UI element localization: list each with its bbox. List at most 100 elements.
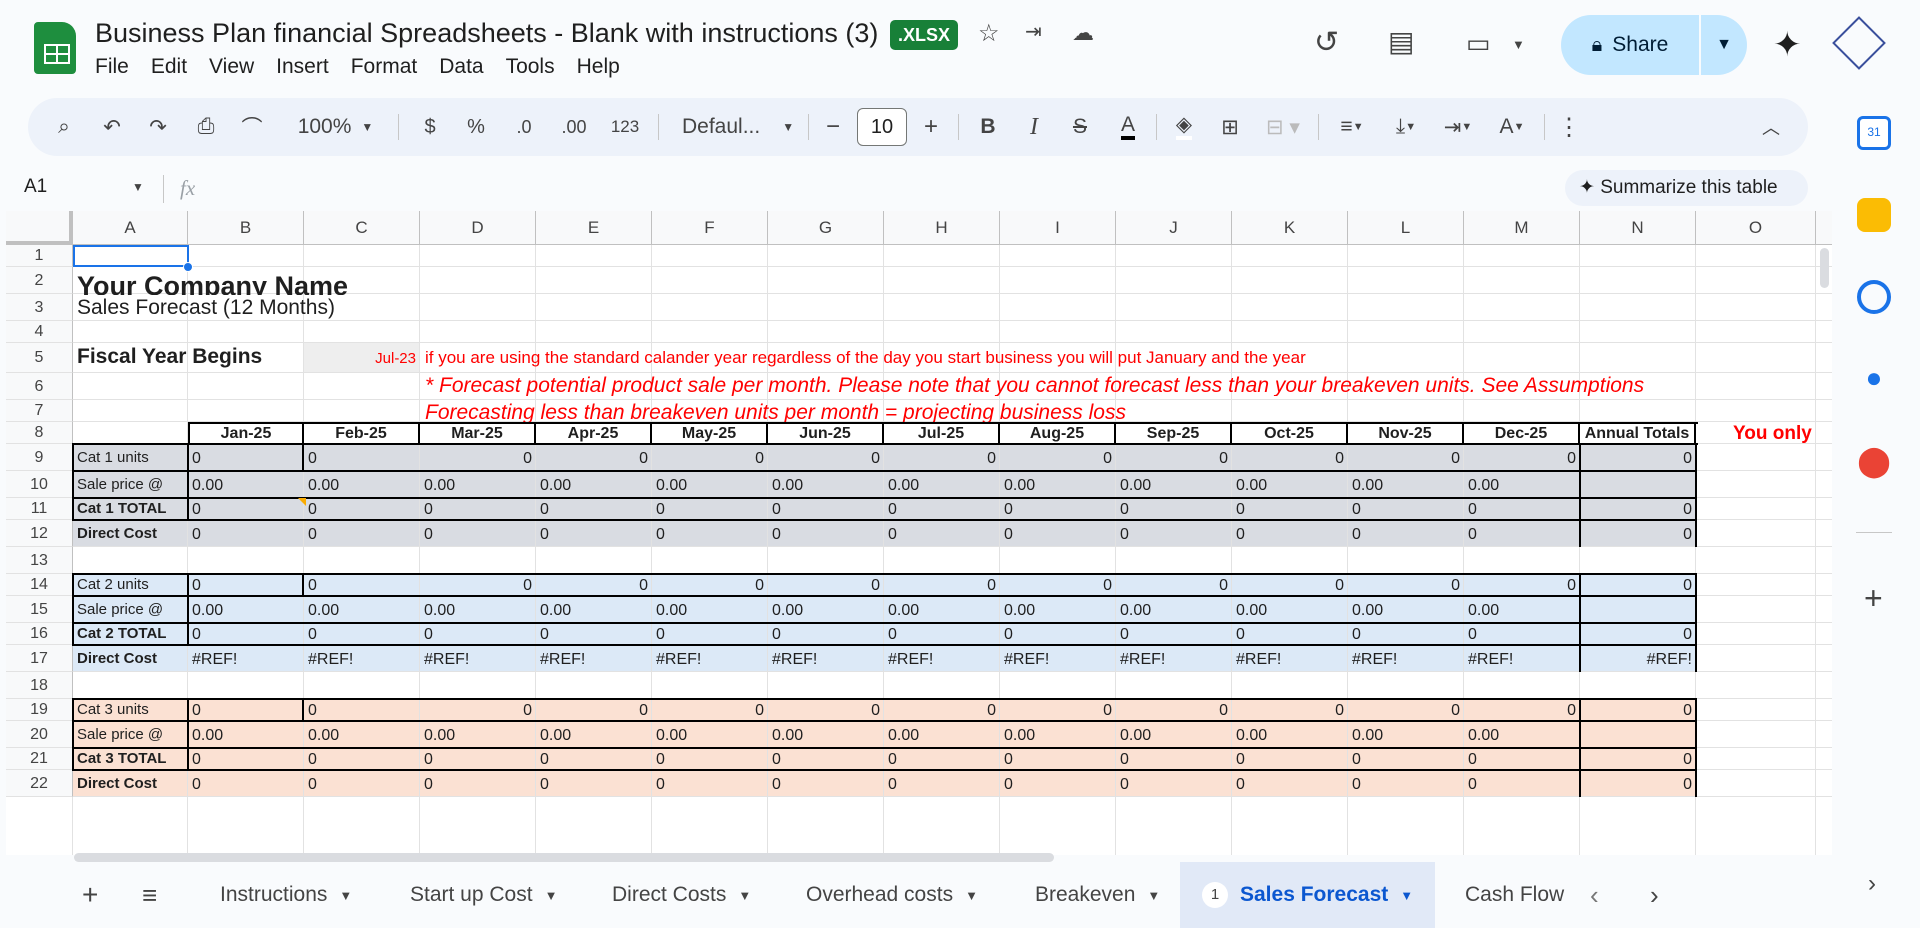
paint-format-icon[interactable]: ⌒ xyxy=(234,98,270,156)
decrease-decimal-button[interactable]: .0 xyxy=(504,98,544,156)
share-button[interactable]: 🔒︎ Share xyxy=(1561,15,1699,75)
direct-cost-cell[interactable]: #REF! xyxy=(1584,650,1692,670)
horizontal-align-icon[interactable]: ≡ ▼ xyxy=(1328,98,1376,156)
row-header[interactable]: 21 xyxy=(6,748,73,770)
row-header[interactable]: 6 xyxy=(6,373,73,400)
month-header[interactable]: Jan-25 xyxy=(188,422,304,445)
row-header[interactable]: 8 xyxy=(6,422,73,444)
row-header[interactable]: 22 xyxy=(6,770,73,797)
month-header[interactable]: May-25 xyxy=(652,422,768,445)
share-dropdown-button[interactable]: ▼ xyxy=(1699,15,1747,75)
column-header[interactable]: O xyxy=(1696,211,1816,245)
vertical-align-icon[interactable]: ⤓ ▼ xyxy=(1382,98,1430,156)
direct-cost-cell[interactable]: 0 xyxy=(1584,525,1692,545)
direct-cost-cell[interactable]: #REF! xyxy=(192,650,300,670)
row-header[interactable]: 1 xyxy=(6,245,73,267)
direct-cost-cell[interactable]: 0 xyxy=(192,775,300,795)
menu-edit[interactable]: Edit xyxy=(140,55,198,79)
decrease-font-size-button[interactable]: − xyxy=(816,98,850,156)
document-title[interactable]: Business Plan financial Spreadsheets - B… xyxy=(95,18,878,49)
menu-view[interactable]: View xyxy=(198,55,265,79)
you-only-note[interactable]: You only xyxy=(1733,424,1812,444)
direct-cost-cell[interactable]: 0 xyxy=(1004,775,1112,795)
comments-icon[interactable]: ▤ xyxy=(1388,28,1414,56)
font-family-select[interactable]: Defaul... ▼ xyxy=(672,98,802,156)
direct-cost-cell[interactable]: #REF! xyxy=(1120,650,1228,670)
direct-cost-cell[interactable]: #REF! xyxy=(424,650,532,670)
sheet-tab-cash-flow[interactable]: Cash Flow xyxy=(1465,862,1570,928)
column-header[interactable]: J xyxy=(1116,211,1232,245)
name-box[interactable]: A1 xyxy=(24,176,47,198)
row-header[interactable]: 15 xyxy=(6,596,73,623)
direct-cost-cell[interactable]: 0 xyxy=(308,775,416,795)
company-name[interactable]: Your Company Name xyxy=(77,271,348,295)
direct-cost-cell[interactable]: 0 xyxy=(1468,525,1576,545)
column-header[interactable]: I xyxy=(1000,211,1116,245)
row-header[interactable]: 2 xyxy=(6,267,73,294)
menu-tools[interactable]: Tools xyxy=(495,55,566,79)
month-header[interactable]: Sep-25 xyxy=(1116,422,1232,445)
menu-help[interactable]: Help xyxy=(566,55,631,79)
row-header[interactable]: 19 xyxy=(6,699,73,721)
currency-format-button[interactable]: $ xyxy=(412,98,448,156)
column-header[interactable]: M xyxy=(1464,211,1580,245)
month-header[interactable]: Feb-25 xyxy=(304,422,420,445)
sheet-tab-direct-costs[interactable]: Direct Costs ▼ xyxy=(612,862,751,928)
row-header[interactable]: 14 xyxy=(6,574,73,596)
summarize-table-button[interactable]: ✦ Summarize this table xyxy=(1565,170,1808,206)
select-all-corner[interactable] xyxy=(6,211,73,245)
version-history-icon[interactable]: ↺ xyxy=(1314,28,1339,58)
direct-cost-cell[interactable]: #REF! xyxy=(656,650,764,670)
column-header[interactable]: L xyxy=(1348,211,1464,245)
collapse-toolbar-icon[interactable]: ︿ xyxy=(1754,98,1788,156)
direct-cost-cell[interactable]: 0 xyxy=(656,775,764,795)
star-icon[interactable]: ☆ xyxy=(978,22,1000,46)
move-folder-icon[interactable]: ⇥ xyxy=(1025,22,1042,42)
direct-cost-cell[interactable]: #REF! xyxy=(540,650,648,670)
menu-format[interactable]: Format xyxy=(340,55,429,79)
direct-cost-cell[interactable]: 0 xyxy=(308,525,416,545)
direct-cost-cell[interactable]: 0 xyxy=(656,525,764,545)
scroll-tabs-right-icon[interactable]: › xyxy=(1650,862,1659,928)
chevron-down-icon[interactable]: ▼ xyxy=(339,888,352,903)
sheet-tab-breakeven[interactable]: Breakeven ▼ xyxy=(1035,862,1160,928)
show-side-panel-icon[interactable]: › xyxy=(1868,870,1876,898)
chevron-down-icon[interactable]: ▼ xyxy=(965,888,978,903)
more-vert-icon[interactable]: ⋮ xyxy=(1554,98,1584,156)
sheet-tab-instructions[interactable]: Instructions ▼ xyxy=(220,862,352,928)
sheets-logo[interactable] xyxy=(34,22,76,74)
percent-format-button[interactable]: % xyxy=(458,98,494,156)
direct-cost-cell[interactable]: 0 xyxy=(192,525,300,545)
month-header[interactable]: Jul-25 xyxy=(884,422,1000,445)
annual-totals-header[interactable]: Annual Totals xyxy=(1580,422,1696,445)
fiscal-label[interactable]: Fiscal Year Begins xyxy=(77,346,262,367)
direct-cost-cell[interactable]: 0 xyxy=(540,525,648,545)
note-forecast[interactable]: * Forecast potential product sale per mo… xyxy=(425,376,1817,396)
month-header[interactable]: Oct-25 xyxy=(1232,422,1348,445)
zoom-select[interactable]: 100% ▼ xyxy=(288,98,383,156)
month-header[interactable]: Mar-25 xyxy=(420,422,536,445)
direct-cost-cell[interactable]: 0 xyxy=(1584,775,1692,795)
row-header[interactable]: 5 xyxy=(6,343,73,373)
column-header[interactable]: C xyxy=(304,211,420,245)
row-header[interactable]: 4 xyxy=(6,321,73,343)
month-header[interactable]: Jun-25 xyxy=(768,422,884,445)
row-label[interactable]: Direct Cost xyxy=(77,649,157,669)
fiscal-value[interactable]: Jul-23 xyxy=(308,349,416,369)
row-header[interactable]: 12 xyxy=(6,520,73,547)
note-breakeven[interactable]: Forecasting less than breakeven units pe… xyxy=(425,402,1126,423)
direct-cost-cell[interactable]: 0 xyxy=(1352,525,1460,545)
direct-cost-cell[interactable]: 0 xyxy=(888,775,996,795)
note-calendar-year[interactable]: if you are using the standard calander y… xyxy=(425,348,1306,368)
direct-cost-cell[interactable]: 0 xyxy=(1468,775,1576,795)
tasks-icon[interactable] xyxy=(1857,280,1891,314)
column-header[interactable]: F xyxy=(652,211,768,245)
row-header[interactable]: 16 xyxy=(6,623,73,645)
column-header[interactable]: E xyxy=(536,211,652,245)
chevron-down-icon[interactable]: ▼ xyxy=(545,888,558,903)
row-header[interactable]: 9 xyxy=(6,444,73,471)
column-header[interactable]: A xyxy=(73,211,188,245)
more-formats-button[interactable]: 123 xyxy=(602,98,648,156)
chevron-down-icon[interactable]: ▼ xyxy=(1400,888,1413,903)
direct-cost-cell[interactable]: #REF! xyxy=(1352,650,1460,670)
